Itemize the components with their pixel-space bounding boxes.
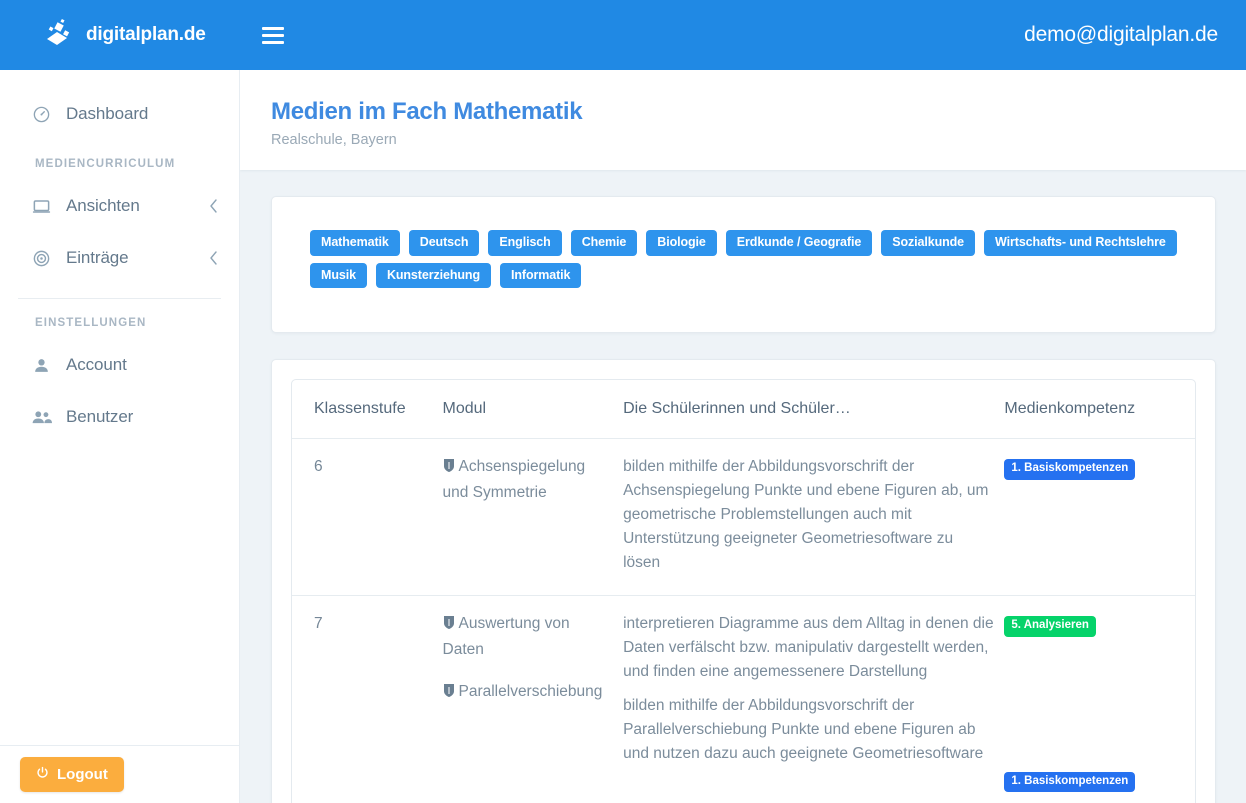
diamond-sparkle-logo-icon bbox=[40, 18, 74, 52]
top-bar-right: demo@digitalplan.de bbox=[240, 0, 1246, 70]
sidebar-item-label: Dashboard bbox=[66, 104, 219, 124]
logout-button[interactable]: Logout bbox=[20, 757, 124, 792]
table-header-row: Klassenstufe Modul Die Schülerinnen und … bbox=[292, 380, 1195, 439]
subject-tag[interactable]: Biologie bbox=[646, 230, 717, 256]
cell-modul: Achsenspiegelung und Symmetrie bbox=[443, 439, 624, 596]
cell-klassenstufe: 6 bbox=[292, 439, 443, 596]
column-header-beschreibung: Die Schülerinnen und Schüler… bbox=[623, 380, 1004, 439]
subject-tag-list: Mathematik Deutsch Englisch Chemie Biologie E… bbox=[310, 230, 1177, 288]
top-bar: digitalplan.de demo@digitalplan.de bbox=[0, 0, 1246, 70]
user-email[interactable]: demo@digitalplan.de bbox=[1024, 23, 1218, 47]
chevron-left-icon[interactable] bbox=[208, 198, 219, 214]
cell-beschreibung: interpretieren Diagramme aus dem Alltag … bbox=[623, 596, 1004, 803]
modul-label: Achsenspiegelung und Symmetrie bbox=[443, 458, 586, 501]
page-title: Medien im Fach Mathematik bbox=[271, 98, 1216, 126]
speedometer-icon bbox=[30, 105, 52, 124]
modul-entry: Achsenspiegelung und Symmetrie bbox=[443, 455, 614, 505]
modul-entry: Auswertung von Daten bbox=[443, 612, 614, 662]
shield-icon bbox=[443, 682, 455, 706]
sidebar-item-label: Einträge bbox=[66, 248, 208, 268]
subject-tag[interactable]: Wirtschafts- und Rechtslehre bbox=[984, 230, 1177, 256]
sidebar-section-einstellungen: EINSTELLUNGEN bbox=[0, 299, 239, 339]
subject-tag[interactable]: Sozialkunde bbox=[881, 230, 975, 256]
power-icon bbox=[36, 766, 49, 783]
shield-icon bbox=[443, 614, 455, 638]
sidebar-item-label: Ansichten bbox=[66, 196, 208, 216]
table-wrapper: Klassenstufe Modul Die Schülerinnen und … bbox=[291, 379, 1196, 803]
modul-label: Parallelverschiebung bbox=[459, 683, 603, 700]
sidebar-item-benutzer[interactable]: Benutzer bbox=[0, 391, 239, 443]
sidebar-item-ansichten[interactable]: Ansichten bbox=[0, 180, 239, 232]
badge-slot: 1. Basiskompetenzen bbox=[1004, 768, 1185, 801]
modul-label: Auswertung von Daten bbox=[443, 615, 570, 658]
table-body: 6Achsenspiegelung und Symmetrie bilden mi… bbox=[292, 439, 1195, 803]
person-icon bbox=[30, 356, 52, 375]
cell-klassenstufe: 7 bbox=[292, 596, 443, 803]
competency-badge[interactable]: 1. Basiskompetenzen bbox=[1004, 459, 1135, 480]
subject-tag[interactable]: Mathematik bbox=[310, 230, 400, 256]
subject-tag[interactable]: Deutsch bbox=[409, 230, 480, 256]
sidebar-item-dashboard[interactable]: Dashboard bbox=[0, 88, 239, 140]
subject-tag[interactable]: Kunsterziehung bbox=[376, 263, 491, 289]
subject-filter-card: Mathematik Deutsch Englisch Chemie Biologie E… bbox=[271, 196, 1216, 333]
badge-slot: 5. Analysieren bbox=[1004, 612, 1185, 645]
sidebar-item-label: Benutzer bbox=[66, 407, 219, 427]
sidebar-nav: Dashboard MEDIENCURRICULUM Ansichten bbox=[0, 70, 239, 745]
subject-tag[interactable]: Musik bbox=[310, 263, 367, 289]
column-header-klassenstufe: Klassenstufe bbox=[292, 380, 443, 439]
cell-beschreibung: bilden mithilfe der Abbildungsvorschrift… bbox=[623, 439, 1004, 596]
beschreibung-entry: bilden mithilfe der Abbildungsvorschrift… bbox=[623, 694, 994, 766]
logout-area: Logout bbox=[0, 745, 239, 803]
cell-medienkompetenz: 5. Analysieren 1. Basiskompetenzen bbox=[1004, 596, 1195, 803]
subject-tag[interactable]: Erdkunde / Geografie bbox=[726, 230, 872, 256]
hamburger-menu-icon[interactable] bbox=[262, 27, 284, 44]
subject-tag[interactable]: Englisch bbox=[488, 230, 561, 256]
table-row[interactable]: 6Achsenspiegelung und Symmetrie bilden mi… bbox=[292, 439, 1195, 596]
content-area: Mathematik Deutsch Englisch Chemie Biologie E… bbox=[240, 170, 1246, 803]
sidebar-item-eintraege[interactable]: Einträge bbox=[0, 232, 239, 284]
beschreibung-entry: bilden mithilfe der Abbildungsvorschrift… bbox=[623, 455, 994, 575]
brand-area[interactable]: digitalplan.de bbox=[0, 0, 240, 70]
main-content: Medien im Fach Mathematik Realschule, Ba… bbox=[240, 70, 1246, 803]
brand-name: digitalplan.de bbox=[86, 24, 206, 46]
curriculum-table-card: Klassenstufe Modul Die Schülerinnen und … bbox=[271, 359, 1216, 803]
badge-slot: 1. Basiskompetenzen bbox=[1004, 455, 1185, 488]
competency-badge[interactable]: 1. Basiskompetenzen bbox=[1004, 772, 1135, 793]
monitor-icon bbox=[30, 197, 52, 216]
column-header-modul: Modul bbox=[443, 380, 624, 439]
modul-entry: Parallelverschiebung bbox=[443, 680, 614, 706]
target-icon bbox=[30, 249, 52, 268]
logout-label: Logout bbox=[57, 766, 108, 783]
subject-tag[interactable]: Informatik bbox=[500, 263, 581, 289]
competency-badge[interactable]: 5. Analysieren bbox=[1004, 616, 1096, 637]
cell-modul: Auswertung von Daten Parallelverschiebung bbox=[443, 596, 624, 803]
beschreibung-entry: interpretieren Diagramme aus dem Alltag … bbox=[623, 612, 994, 684]
page-header: Medien im Fach Mathematik Realschule, Ba… bbox=[240, 70, 1246, 170]
cell-medienkompetenz: 1. Basiskompetenzen bbox=[1004, 439, 1195, 596]
chevron-left-icon[interactable] bbox=[208, 250, 219, 266]
sidebar: Dashboard MEDIENCURRICULUM Ansichten bbox=[0, 70, 240, 803]
sidebar-item-account[interactable]: Account bbox=[0, 339, 239, 391]
sidebar-item-label: Account bbox=[66, 355, 219, 375]
table-head: Klassenstufe Modul Die Schülerinnen und … bbox=[292, 380, 1195, 439]
table-row[interactable]: 7Auswertung von Daten Parallelverschiebun… bbox=[292, 596, 1195, 803]
page-subtitle: Realschule, Bayern bbox=[271, 132, 1216, 148]
sidebar-section-mediencurriculum: MEDIENCURRICULUM bbox=[0, 140, 239, 180]
column-header-medienkompetenz: Medienkompetenz bbox=[1004, 380, 1195, 439]
people-icon bbox=[30, 407, 52, 428]
shield-icon bbox=[443, 457, 455, 481]
subject-tag[interactable]: Chemie bbox=[571, 230, 638, 256]
curriculum-table: Klassenstufe Modul Die Schülerinnen und … bbox=[292, 380, 1195, 803]
